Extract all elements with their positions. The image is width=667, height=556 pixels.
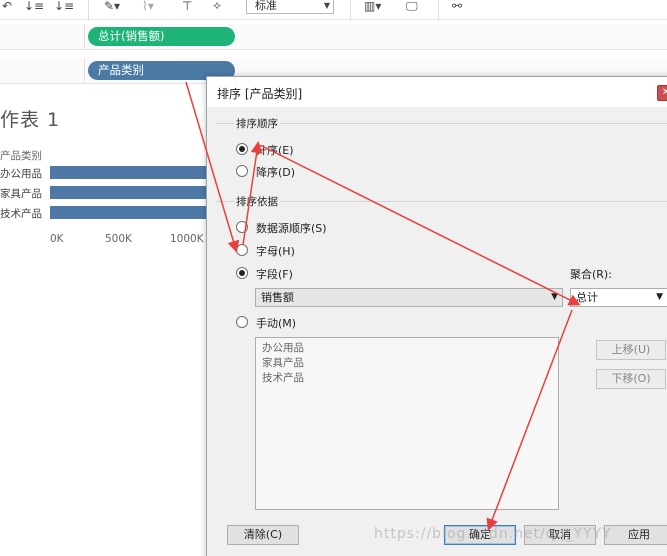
sort-descending-icon[interactable]: ↓≡ xyxy=(54,0,74,14)
field-combo[interactable]: 销售额 ▼ xyxy=(255,288,563,307)
aggregation-label: 聚合(R): xyxy=(570,268,612,281)
sort-dialog: 排序 [产品类别] ✕ 排序顺序 升序(E) 降序(D) 排序依据 数据源顺序(… xyxy=(206,76,667,556)
alphabetic-label: 字母(H) xyxy=(256,245,295,258)
dialog-titlebar[interactable]: 排序 [产品类别] ✕ xyxy=(207,77,667,107)
list-item[interactable]: 技术产品 xyxy=(262,371,552,386)
toolbar: ↶ ↓≡ ↓≡ ✎▾ ⌇▾ ⊤ ✧ 标准 ▼ ▥▾ 🖵 ⚯ xyxy=(0,0,667,20)
columns-shelf[interactable]: 总计(销售额) xyxy=(0,24,667,50)
undo-icon[interactable]: ↶ xyxy=(2,0,12,14)
shelf-divider xyxy=(84,58,85,83)
manual-listbox[interactable]: 办公用品 家具产品 技术产品 xyxy=(255,337,559,510)
shelf-divider xyxy=(84,24,85,49)
row-label-furniture: 家具产品 xyxy=(0,188,42,200)
apply-button[interactable]: 应用 xyxy=(604,525,667,545)
aggregation-combo[interactable]: 总计 ▼ xyxy=(570,288,667,307)
paperclip-icon[interactable]: ⌇▾ xyxy=(142,0,154,14)
data-source-order-label: 数据源顺序(S) xyxy=(256,222,327,235)
radio-icon xyxy=(236,316,248,328)
sort-order-group: 排序顺序 升序(E) 降序(D) xyxy=(216,116,667,185)
sheet-title: 作表 1 xyxy=(0,109,61,131)
pin-icon[interactable]: ✧ xyxy=(212,0,222,14)
descending-label: 降序(D) xyxy=(256,166,296,179)
sort-by-heading: 排序依据 xyxy=(234,194,280,209)
list-item[interactable]: 家具产品 xyxy=(262,356,552,371)
share-icon[interactable]: ⚯ xyxy=(452,0,462,14)
presentation-icon[interactable]: 🖵 xyxy=(406,0,418,14)
list-item[interactable]: 办公用品 xyxy=(262,341,552,356)
chevron-down-icon: ▼ xyxy=(656,292,663,302)
move-up-button[interactable]: 上移(U) xyxy=(596,340,666,360)
radio-icon xyxy=(236,221,248,233)
manual-label: 手动(M) xyxy=(256,317,297,330)
fit-select-value: 标准 xyxy=(255,0,277,12)
radio-icon xyxy=(236,165,248,177)
label-icon[interactable]: ⊤ xyxy=(182,0,192,14)
toolbar-divider xyxy=(88,0,89,20)
fit-select[interactable]: 标准 ▼ xyxy=(246,0,334,14)
field-combo-value: 销售额 xyxy=(261,291,294,304)
bar-tech[interactable] xyxy=(50,206,210,219)
row-label-tech: 技术产品 xyxy=(0,208,42,220)
row-header: 产品类别 xyxy=(0,150,42,162)
sort-by-group: 排序依据 数据源顺序(S) 字母(H) 字段(F) 聚合(R): 销售额 ▼ 总… xyxy=(216,194,667,521)
radio-icon xyxy=(236,244,248,256)
axis-tick: 500K xyxy=(105,233,132,245)
bar-office[interactable] xyxy=(50,166,210,179)
watermark: https://blog.csdn.net/qq_YYYY xyxy=(374,526,612,542)
highlighter-icon[interactable]: ✎▾ xyxy=(104,0,120,14)
sort-ascending-icon[interactable]: ↓≡ xyxy=(24,0,44,14)
move-down-button[interactable]: 下移(O) xyxy=(596,369,666,389)
chevron-down-icon: ▼ xyxy=(551,292,558,302)
axis-tick: 0K xyxy=(50,233,64,245)
sort-order-heading: 排序顺序 xyxy=(234,116,280,131)
clear-button[interactable]: 清除(C) xyxy=(227,525,299,545)
bar-furniture[interactable] xyxy=(50,186,210,199)
ascending-label: 升序(E) xyxy=(256,144,294,157)
dialog-title: 排序 [产品类别] xyxy=(217,87,303,101)
radio-selected-icon xyxy=(236,143,248,155)
axis-tick: 1000K xyxy=(170,233,204,245)
radio-selected-icon xyxy=(236,267,248,279)
row-label-office: 办公用品 xyxy=(0,168,42,180)
field-label: 字段(F) xyxy=(256,268,293,281)
show-me-icon[interactable]: ▥▾ xyxy=(364,0,381,14)
columns-pill[interactable]: 总计(销售额) xyxy=(88,27,235,46)
chevron-down-icon: ▼ xyxy=(323,1,330,10)
toolbar-divider xyxy=(350,0,351,20)
aggregation-combo-value: 总计 xyxy=(576,291,598,304)
toolbar-divider xyxy=(438,0,439,20)
close-icon[interactable]: ✕ xyxy=(657,85,667,101)
